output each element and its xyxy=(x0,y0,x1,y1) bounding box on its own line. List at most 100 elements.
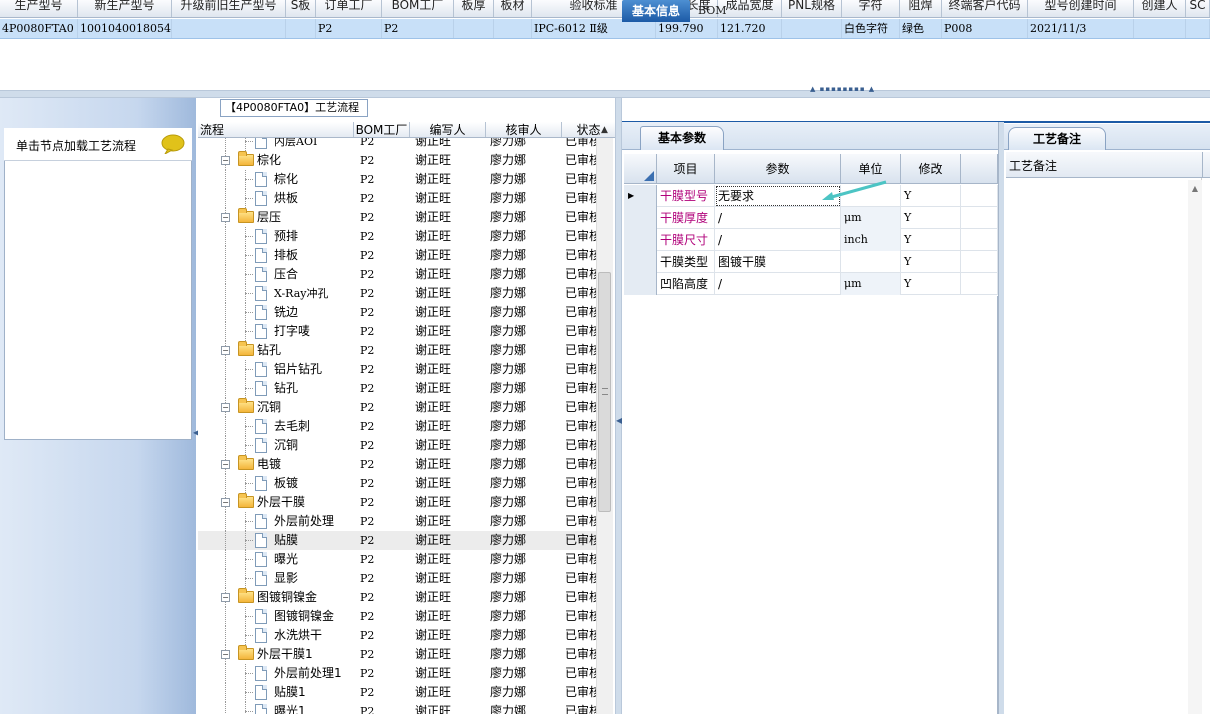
tab-basic-params[interactable]: 基本参数 xyxy=(640,126,724,150)
top-col-header[interactable]: 阻焊 xyxy=(900,0,942,17)
param-value-cell[interactable]: / xyxy=(715,229,841,251)
tree-row[interactable]: 图镀铜镍金 P2 谢正旺 廖力娜 已审核 xyxy=(198,607,596,626)
param-grid[interactable]: 项目 参数 单位 修改 ▶ 干膜型号 无要求 Y 干膜厚度 / μm Y 干膜尺寸 / inch Y 干膜类型图… xyxy=(624,154,998,296)
tree-row[interactable]: − 图镀铜镍金 P2 谢正旺 廖力娜 已审核 xyxy=(198,588,596,607)
tab-basic-info[interactable]: 基本信息 xyxy=(622,0,690,22)
collapse-toggle-icon[interactable]: − xyxy=(221,346,230,355)
scroll-thumb[interactable] xyxy=(598,272,611,512)
tree-row[interactable]: 去毛刺 P2 谢正旺 廖力娜 已审核 xyxy=(198,417,596,436)
tree-line xyxy=(225,569,226,588)
param-row[interactable]: ▶ 干膜型号 无要求 Y xyxy=(624,185,998,207)
tree-col-header[interactable]: 核审人 xyxy=(486,122,562,137)
tab-process-notes[interactable]: 工艺备注 xyxy=(1008,127,1106,150)
top-col-header[interactable]: 生产型号 xyxy=(0,0,78,17)
tree-writer: 谢正旺 xyxy=(415,533,452,547)
tree-row[interactable]: 沉铜 P2 谢正旺 廖力娜 已审核 xyxy=(198,436,596,455)
splitter-grip-icon[interactable]: ▲ ▪▪▪▪▪▪▪▪ ▲ xyxy=(810,85,875,93)
scroll-up-icon[interactable]: ▲ xyxy=(596,122,613,138)
tree-row[interactable]: 铝片钻孔 P2 谢正旺 廖力娜 已审核 xyxy=(198,360,596,379)
tree-row[interactable]: − 棕化 P2 谢正旺 廖力娜 已审核 xyxy=(198,151,596,170)
tree-node-label: 打字唛 xyxy=(274,324,311,338)
tree-row[interactable]: 贴膜 P2 谢正旺 廖力娜 已审核 xyxy=(198,531,596,550)
collapse-toggle-icon[interactable]: − xyxy=(221,213,230,222)
tree-col-header[interactable]: 流程 xyxy=(198,122,354,137)
tree-row[interactable]: X-Ray冲孔 P2 谢正旺 廖力娜 已审核 xyxy=(198,284,596,303)
tree-row[interactable]: − 钻孔 P2 谢正旺 廖力娜 已审核 xyxy=(198,341,596,360)
top-col-header[interactable]: 型号创建时间 xyxy=(1028,0,1134,17)
tree-row[interactable]: 曝光1 P2 谢正旺 廖力娜 已审核 xyxy=(198,702,596,714)
row-indicator[interactable]: ▶ xyxy=(624,185,657,207)
tree-bom: P2 xyxy=(360,325,375,338)
flow-tree[interactable]: 内层AOI P2 谢正旺 廖力娜 已审核 − 棕化 P2 谢正旺 廖力娜 已审核 棕化 P2 谢正旺 廖力娜… xyxy=(198,138,596,714)
tree-branch xyxy=(245,578,253,579)
tree-row[interactable]: − 沉铜 P2 谢正旺 廖力娜 已审核 xyxy=(198,398,596,417)
top-col-header[interactable]: 终端客户代码 xyxy=(942,0,1028,17)
notes-textarea[interactable] xyxy=(1006,178,1202,714)
tree-row[interactable]: 排板 P2 谢正旺 廖力娜 已审核 xyxy=(198,246,596,265)
top-col-header[interactable]: 订单工厂 xyxy=(316,0,382,17)
param-value-cell[interactable]: 图镀干膜 xyxy=(715,251,841,273)
collapse-toggle-icon[interactable]: − xyxy=(221,593,230,602)
tree-row[interactable]: 内层AOI P2 谢正旺 廖力娜 已审核 xyxy=(198,138,596,151)
top-col-header[interactable]: PNL规格 xyxy=(782,0,842,17)
param-row[interactable]: 凹陷高度 / μm Y xyxy=(624,273,998,295)
tree-row[interactable]: − 电镀 P2 谢正旺 廖力娜 已审核 xyxy=(198,455,596,474)
tree-row[interactable]: − 层压 P2 谢正旺 廖力娜 已审核 xyxy=(198,208,596,227)
notes-scrollbar[interactable]: ▲ xyxy=(1188,180,1202,714)
row-indicator[interactable] xyxy=(624,251,657,273)
horizontal-splitter[interactable]: ▲ ▪▪▪▪▪▪▪▪ ▲ xyxy=(0,85,1210,98)
top-col-header[interactable]: BOM工厂 xyxy=(382,0,454,17)
top-col-header[interactable]: 升级前旧生产型号 xyxy=(172,0,286,17)
tree-row[interactable]: − 外层干膜1 P2 谢正旺 廖力娜 已审核 xyxy=(198,645,596,664)
tree-row[interactable]: 钻孔 P2 谢正旺 廖力娜 已审核 xyxy=(198,379,596,398)
top-col-header[interactable]: SC xyxy=(1186,0,1210,17)
tree-bom: P2 xyxy=(360,363,375,376)
tree-row[interactable]: 水洗烘干 P2 谢正旺 廖力娜 已审核 xyxy=(198,626,596,645)
param-row[interactable]: 干膜类型 图镀干膜 Y xyxy=(624,251,998,273)
top-col-header[interactable]: 创建人 xyxy=(1134,0,1186,17)
tree-col-header[interactable]: 编写人 xyxy=(410,122,486,137)
tree-row[interactable]: 预排 P2 谢正旺 廖力娜 已审核 xyxy=(198,227,596,246)
tree-row[interactable]: 贴膜1 P2 谢正旺 廖力娜 已审核 xyxy=(198,683,596,702)
param-row[interactable]: 干膜尺寸 / inch Y xyxy=(624,229,998,251)
row-indicator[interactable] xyxy=(624,229,657,251)
tree-row[interactable]: 烘板 P2 谢正旺 廖力娜 已审核 xyxy=(198,189,596,208)
tree-row[interactable]: 板镀 P2 谢正旺 廖力娜 已审核 xyxy=(198,474,596,493)
top-grid-selected-row[interactable]: 4P0080FTA0 10010400180545 P2 P2 IPC-6012 Ⅱ级 1… xyxy=(0,19,1210,39)
tree-node-label: 图镀铜镍金 xyxy=(274,609,335,623)
collapse-toggle-icon[interactable]: − xyxy=(221,403,230,412)
top-col-header[interactable]: 新生产型号 xyxy=(78,0,172,17)
tree-row[interactable]: 压合 P2 谢正旺 廖力娜 已审核 xyxy=(198,265,596,284)
tree-col-header[interactable]: BOM工厂 xyxy=(354,122,410,137)
param-row[interactable]: 干膜厚度 / μm Y xyxy=(624,207,998,229)
tree-row[interactable]: 显影 P2 谢正旺 廖力娜 已审核 xyxy=(198,569,596,588)
tree-branch xyxy=(245,711,253,712)
tree-row[interactable]: 外层前处理 P2 谢正旺 廖力娜 已审核 xyxy=(198,512,596,531)
vertical-splitter[interactable]: ◀ xyxy=(615,98,622,714)
row-indicator[interactable] xyxy=(624,207,657,229)
param-col-header[interactable]: 修改 xyxy=(901,154,961,184)
row-indicator[interactable] xyxy=(624,273,657,295)
top-col-header[interactable]: 字符 xyxy=(842,0,900,17)
top-col-header[interactable]: S板 xyxy=(286,0,316,17)
tree-row[interactable]: 铣边 P2 谢正旺 廖力娜 已审核 xyxy=(198,303,596,322)
tree-row[interactable]: 棕化 P2 谢正旺 廖力娜 已审核 xyxy=(198,170,596,189)
tree-row[interactable]: 曝光 P2 谢正旺 廖力娜 已审核 xyxy=(198,550,596,569)
tree-row[interactable]: − 外层干膜 P2 谢正旺 廖力娜 已审核 xyxy=(198,493,596,512)
tree-row[interactable]: 外层前处理1 P2 谢正旺 廖力娜 已审核 xyxy=(198,664,596,683)
collapse-toggle-icon[interactable]: − xyxy=(221,650,230,659)
flow-load-box[interactable] xyxy=(4,128,192,440)
top-col-header[interactable]: 板材 xyxy=(494,0,532,17)
top-col-header[interactable]: 板厚 xyxy=(454,0,494,17)
notes-scroll-up-icon[interactable]: ▲ xyxy=(1188,180,1202,193)
collapse-toggle-icon[interactable]: − xyxy=(221,498,230,507)
collapse-toggle-icon[interactable]: − xyxy=(221,156,230,165)
tree-row[interactable]: 打字唛 P2 谢正旺 廖力娜 已审核 xyxy=(198,322,596,341)
param-value-cell[interactable]: / xyxy=(715,207,841,229)
collapse-toggle-icon[interactable]: − xyxy=(221,460,230,469)
tab-bom[interactable]: BOM xyxy=(692,0,733,22)
right-splitter[interactable] xyxy=(998,122,1004,714)
param-value-cell[interactable]: / xyxy=(715,273,841,295)
tree-reviewer: 廖力娜 xyxy=(490,381,527,395)
param-col-header[interactable]: 项目 xyxy=(657,154,715,184)
